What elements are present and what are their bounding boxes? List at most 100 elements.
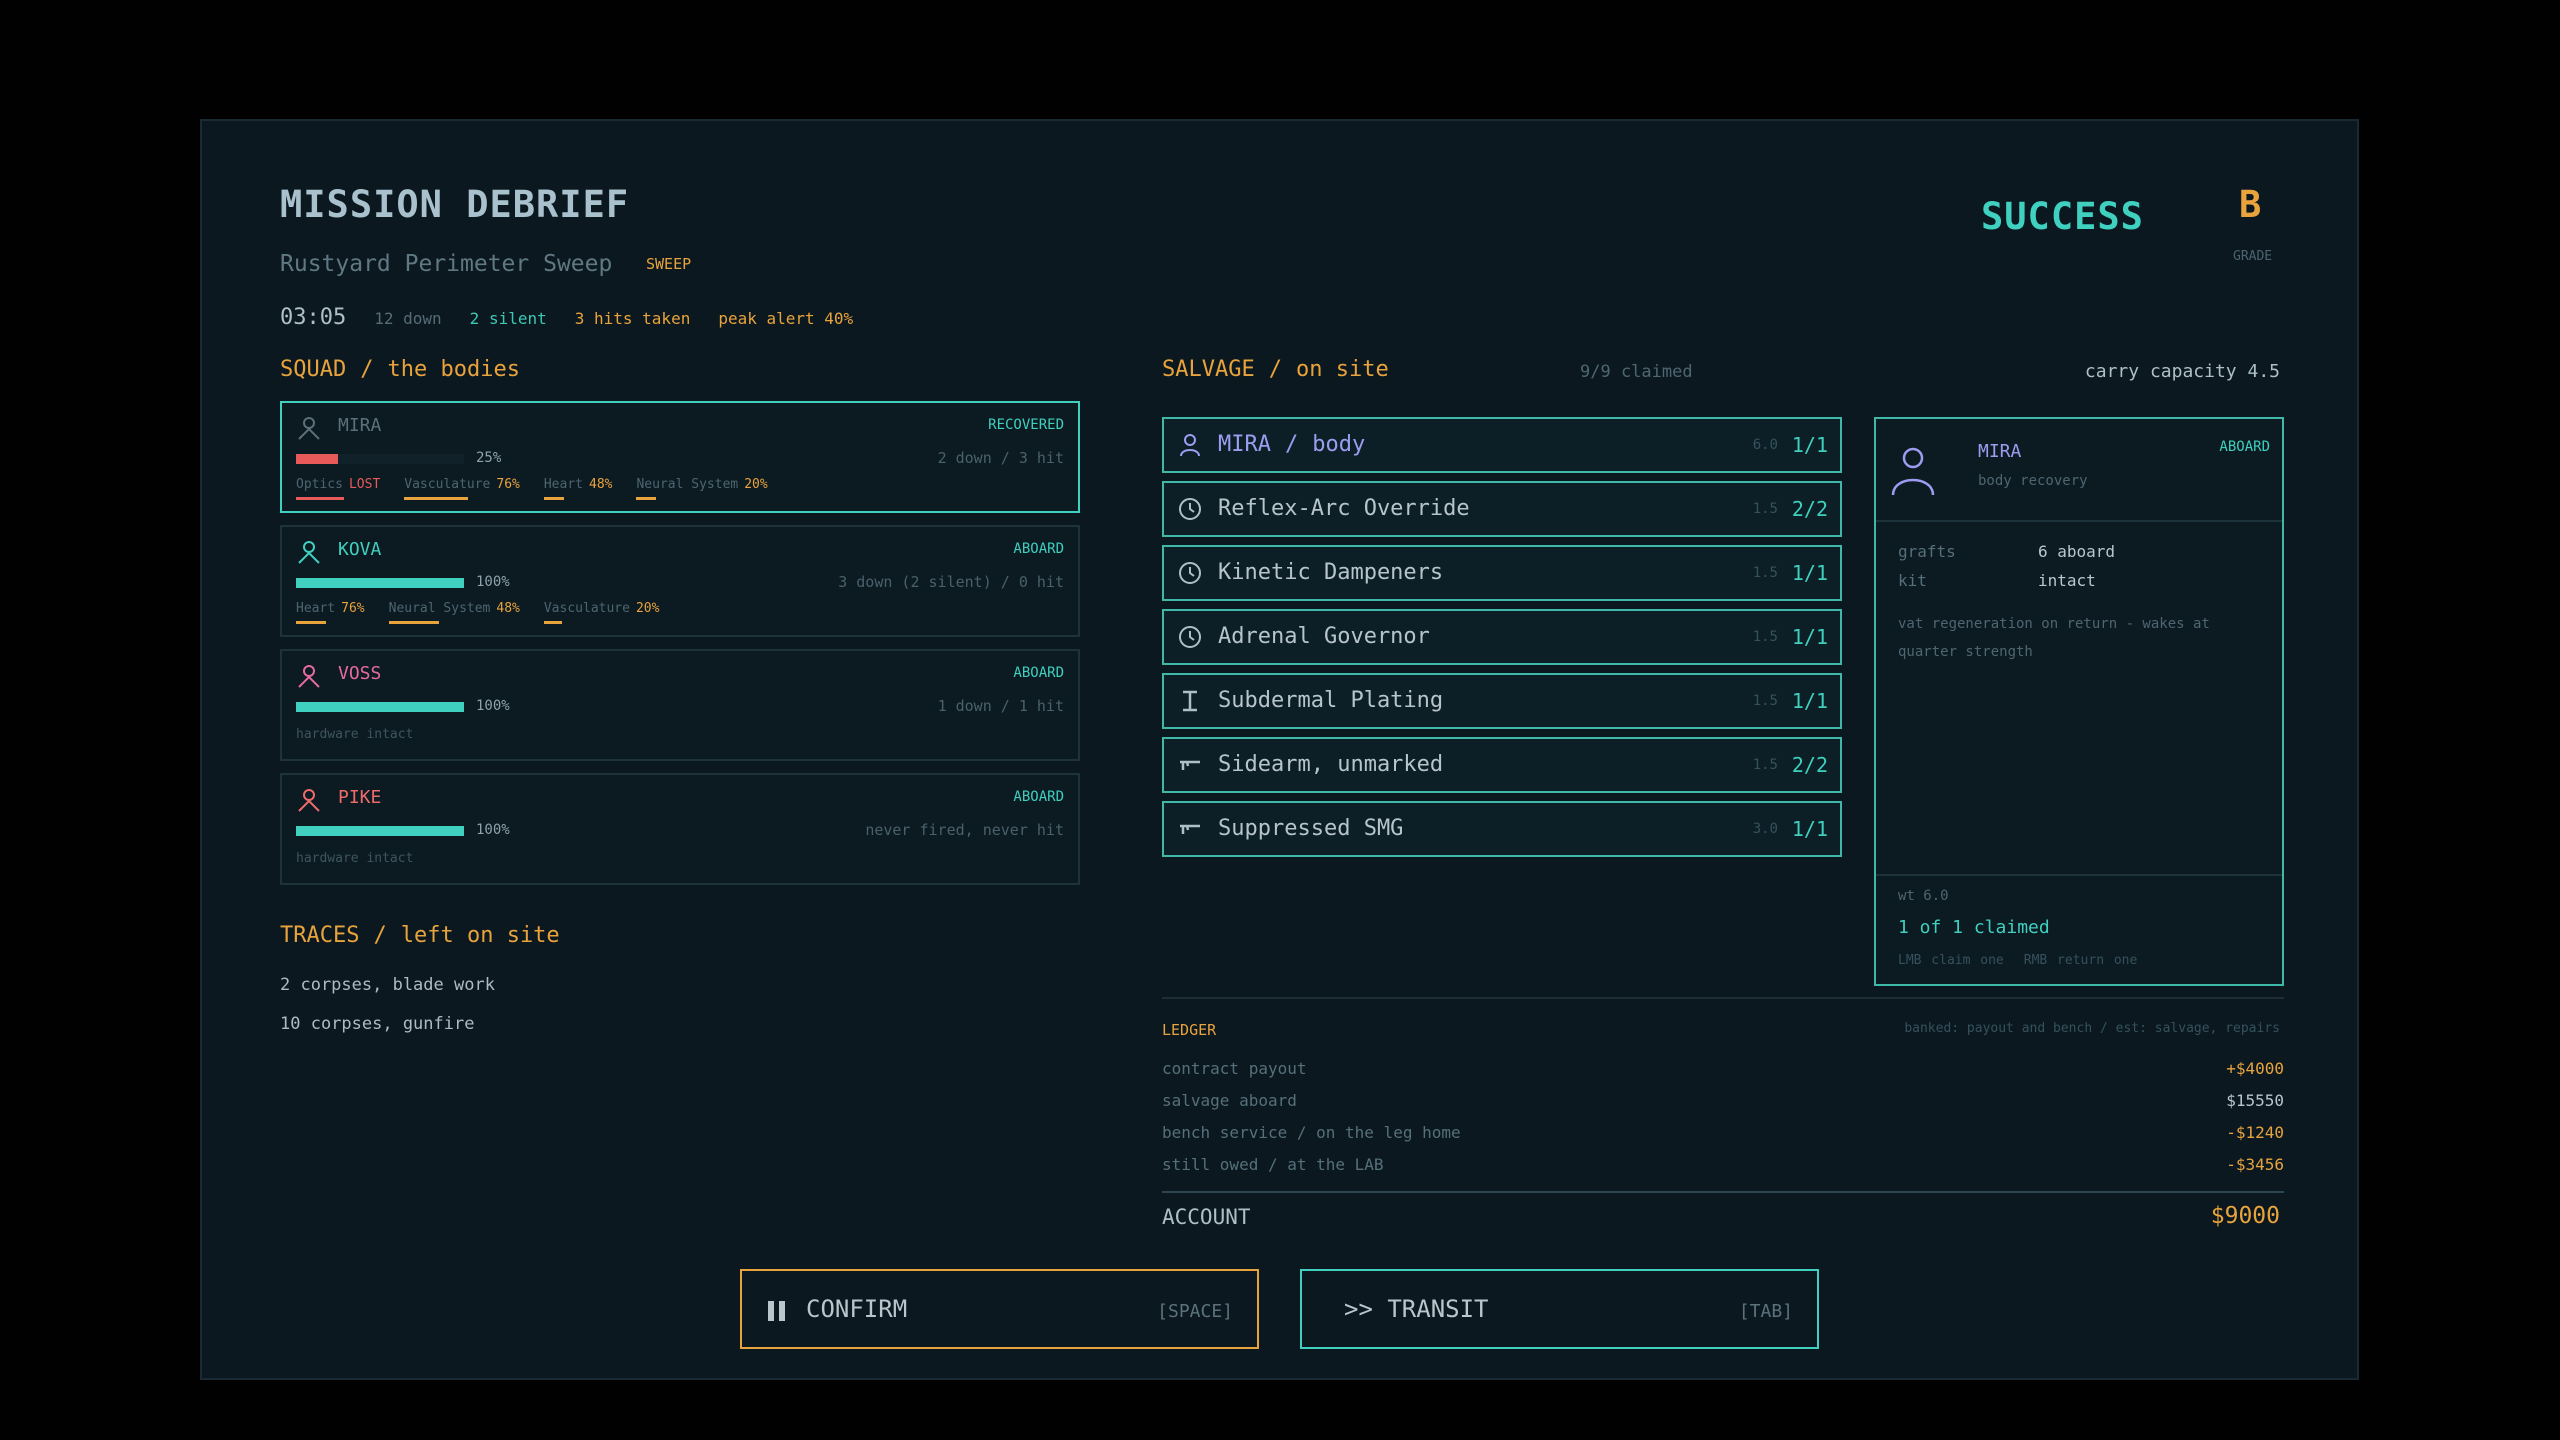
traces-subheading: left on site [400, 923, 560, 948]
salvage-item-count: 2/2 [1791, 753, 1828, 777]
debrief-panel: MISSION DEBRIEF Rustyard Perimeter Sweep… [200, 119, 2359, 1380]
squad-card-kova[interactable]: KOVA ABOARD 100% 3 down (2 silent) / 0 h… [280, 525, 1080, 637]
ledger-value: -$3456 [2226, 1155, 2284, 1174]
mission-name: Rustyard Perimeter Sweep [280, 251, 613, 277]
salvage-row[interactable]: Sidearm, unmarked 1.5 2/2 [1162, 737, 1842, 793]
ledger-value: -$1240 [2226, 1123, 2284, 1142]
health-percent: 100% [476, 574, 510, 590]
confirm-button[interactable]: CONFIRM [SPACE] [740, 1269, 1259, 1349]
squad-card-voss[interactable]: VOSS ABOARD 100% 1 down / 1 hit hardware… [280, 649, 1080, 761]
salvage-item-count: 1/1 [1791, 433, 1828, 457]
squad-card-mira[interactable]: MIRA RECOVERED 25% 2 down / 3 hit Optics… [280, 401, 1080, 513]
member-name: KOVA [338, 539, 382, 560]
grade-label: GRADE [2233, 249, 2273, 264]
person-icon [1180, 434, 1200, 457]
organ-name: Neural System [636, 477, 739, 492]
organ-optics: Optics LOST [296, 477, 380, 500]
grade-value: B [2239, 183, 2262, 226]
ledger-label: contract payout [1162, 1059, 1307, 1078]
organ-value: 20% [744, 477, 768, 492]
salvage-item-name: Kinetic Dampeners [1218, 560, 1444, 585]
salvage-item-name: Sidearm, unmarked [1218, 752, 1444, 777]
grafts-value: 6 aboard [2038, 542, 2116, 561]
salvage-item-weight: 1.5 [1752, 629, 1778, 645]
salvage-item-weight: 1.5 [1752, 565, 1778, 581]
ledger-label: still owed / at the LAB [1162, 1155, 1384, 1174]
hardware-status: hardware intact [296, 727, 414, 742]
salvage-row[interactable]: Subdermal Plating 1.5 1/1 [1162, 673, 1842, 729]
salvage-item-name: Adrenal Governor [1218, 624, 1430, 649]
page-title: MISSION DEBRIEF [280, 183, 630, 226]
health-bar [296, 702, 464, 712]
health-bar [296, 454, 464, 464]
account-label: ACCOUNT [1162, 1205, 1251, 1229]
member-note: 3 down (2 silent) / 0 hit [838, 573, 1064, 591]
organ-name: Heart [296, 601, 336, 616]
rmb-hint: RMB return one [2023, 953, 2138, 968]
stat-hits: 3 hits taken [574, 309, 691, 328]
stat-down: 12 down [374, 309, 442, 328]
transit-label: >> TRANSIT [1344, 1295, 1489, 1323]
organ-value: 76% [496, 477, 520, 492]
salvage-row[interactable]: Suppressed SMG 3.0 1/1 [1162, 801, 1842, 857]
member-name: MIRA [338, 415, 382, 436]
salvage-item-weight: 3.0 [1752, 821, 1778, 837]
traces-heading-label: TRACES [280, 923, 360, 948]
gun-icon [1180, 824, 1200, 834]
salvage-item-name: Suppressed SMG [1218, 816, 1404, 841]
salvage-item-sub: body [1312, 432, 1366, 457]
organ-name: Vasculature [404, 477, 491, 492]
lmb-hint: LMB claim one [1898, 953, 2004, 968]
member-name: VOSS [338, 663, 382, 684]
squad-heading: SQUAD / the bodies [280, 357, 520, 382]
salvage-row[interactable]: Kinetic Dampeners 1.5 1/1 [1162, 545, 1842, 601]
ledger-row: contract payout +$4000 [1162, 1059, 2284, 1083]
squad-card-pike[interactable]: PIKE ABOARD 100% never fired, never hit … [280, 773, 1080, 885]
stat-silent: 2 silent [469, 309, 547, 328]
ledger-label: salvage aboard [1162, 1091, 1297, 1110]
member-note: 1 down / 1 hit [937, 697, 1064, 715]
organ-name: Heart [543, 477, 583, 492]
account-value: $9000 [2210, 1203, 2280, 1229]
organ-name: Optics [296, 477, 343, 492]
detail-hints: LMB claim one RMB return one [1898, 953, 2137, 968]
salvage-row[interactable]: Reflex-Arc Override 1.5 2/2 [1162, 481, 1842, 537]
salvage-subheading: on site [1295, 357, 1389, 382]
detail-note: vat regeneration on return - wakes at qu… [1898, 616, 2210, 660]
salvage-item-count: 1/1 [1791, 625, 1828, 649]
ledger-row: still owed / at the LAB -$3456 [1162, 1155, 2284, 1179]
mission-stats: 03:05 12 down 2 silent 3 hits taken peak… [280, 305, 853, 330]
ledger-row: bench service / on the leg home -$1240 [1162, 1123, 2284, 1147]
status-badge: ABOARD [2219, 439, 2270, 455]
health-fill [296, 826, 464, 836]
ledger-row: salvage aboard $15550 [1162, 1091, 2284, 1115]
member-name: PIKE [338, 787, 382, 808]
organ-underline [543, 497, 564, 500]
divider [1162, 997, 2284, 999]
transit-button[interactable]: >> TRANSIT [TAB] [1300, 1269, 1819, 1349]
trace-item: 10 corpses, gunfire [280, 1014, 475, 1034]
health-percent: 100% [476, 698, 510, 714]
hardware-status: hardware intact [296, 851, 414, 866]
detail-name: MIRA [1978, 441, 2022, 462]
organ-value: LOST [348, 477, 381, 492]
organ-heart: Heart 76% [296, 601, 365, 624]
organ-list: Optics LOST Vasculature 76% Heart 48% Neura… [296, 477, 768, 500]
salvage-item-name: MIRA [1218, 432, 1271, 457]
mission-tag: SWEEP [646, 255, 692, 273]
confirm-key-hint: [SPACE] [1157, 1301, 1233, 1322]
pause-icon [768, 1301, 786, 1321]
health-percent: 25% [476, 450, 502, 466]
salvage-row[interactable]: Adrenal Governor 1.5 1/1 [1162, 609, 1842, 665]
organ-underline [543, 621, 562, 624]
salvage-row-mira-body[interactable]: MIRA / body 6.0 1/1 [1162, 417, 1842, 473]
confirm-label: CONFIRM [806, 1295, 908, 1323]
person-icon [298, 789, 320, 812]
salvage-item-weight: 6.0 [1752, 437, 1778, 453]
organ-underline [296, 621, 326, 624]
salvage-item-name: Subdermal Plating [1218, 688, 1444, 713]
mission-time: 03:05 [280, 305, 347, 330]
trace-item: 2 corpses, blade work [280, 975, 495, 995]
health-fill [296, 454, 338, 464]
ledger-title: LEDGER [1162, 1021, 1217, 1039]
